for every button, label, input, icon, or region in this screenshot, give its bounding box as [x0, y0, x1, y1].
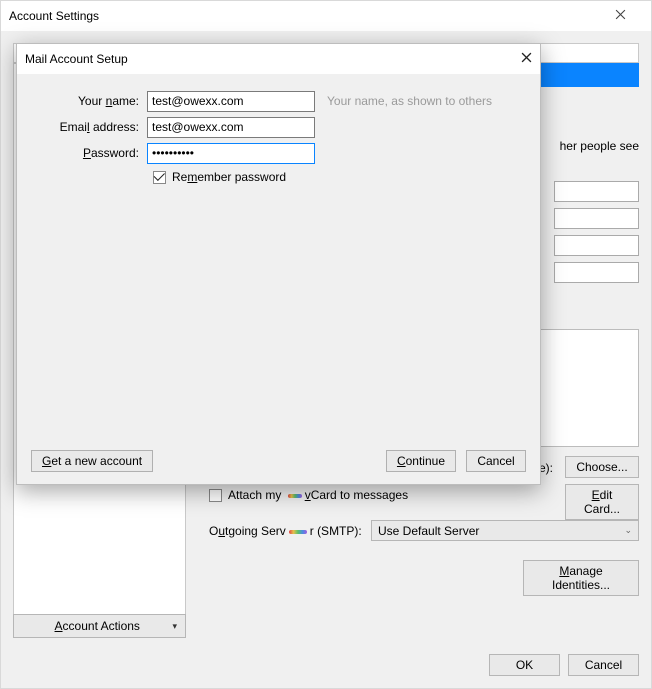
outgoing-server-label: Outgoing Servr (SMTP):	[209, 524, 362, 538]
modal-cancel-button[interactable]: Cancel	[466, 450, 526, 472]
window-title: Account Settings	[9, 9, 598, 23]
close-icon[interactable]	[521, 52, 532, 66]
edit-card-label-fragment: dit Card...	[584, 488, 620, 516]
name-row: Your name: Your name, as shown to others	[31, 88, 526, 114]
modal-footer: Get a new account Continue Cancel	[17, 438, 540, 484]
cancel-button[interactable]: Cancel	[568, 654, 639, 676]
text-input-ghost[interactable]	[554, 208, 639, 229]
account-settings-window: Account Settings › › › › › › › › › her p…	[0, 0, 652, 689]
content-area: › › › › › › › › › her people see age):	[1, 31, 651, 688]
attach-vcard-checkbox[interactable]: Attach my vCard to messages	[209, 488, 408, 502]
name-label: Your name:	[31, 94, 147, 108]
remember-password-label: Remember password	[172, 170, 286, 184]
modal-title: Mail Account Setup	[25, 52, 521, 66]
password-label: Password:	[31, 146, 147, 160]
password-row: Password:	[31, 140, 526, 166]
mail-account-setup-dialog: Mail Account Setup Your name: Your name,…	[16, 43, 541, 485]
modal-body: Your name: Your name, as shown to others…	[17, 74, 540, 438]
modal-titlebar: Mail Account Setup	[17, 44, 540, 74]
email-label: Email address:	[31, 120, 147, 134]
smtp-selected-value: Use Default Server	[378, 524, 479, 538]
name-hint: Your name, as shown to others	[327, 94, 492, 108]
text-input-ghost[interactable]	[554, 235, 639, 256]
edit-card-button[interactable]: Edit Card...	[565, 484, 639, 520]
ok-button[interactable]: OK	[489, 654, 560, 676]
account-actions-button[interactable]: Account Actions ▾	[13, 614, 186, 638]
choose-button[interactable]: Choose...	[565, 456, 639, 478]
close-icon[interactable]	[598, 9, 643, 23]
account-actions-label: Account Actions	[22, 619, 172, 633]
dialog-button-row: OK Cancel	[489, 654, 639, 676]
checkbox-icon	[209, 489, 222, 502]
redacted-icon	[288, 494, 302, 498]
fragment-text: her people see	[560, 139, 639, 153]
manage-identities-button[interactable]: Manage Identities...	[523, 560, 639, 596]
get-new-account-button[interactable]: Get a new account	[31, 450, 153, 472]
smtp-select[interactable]: Use Default Server ⌄	[371, 520, 639, 541]
titlebar: Account Settings	[1, 1, 651, 31]
checkbox-checked-icon	[153, 171, 166, 184]
text-input-ghost[interactable]	[554, 262, 639, 283]
continue-button[interactable]: Continue	[386, 450, 456, 472]
redacted-icon	[289, 530, 307, 534]
attach-vcard-label: Attach my vCard to messages	[228, 488, 408, 502]
name-input[interactable]	[147, 91, 315, 112]
email-row: Email address:	[31, 114, 526, 140]
text-input-ghost[interactable]	[554, 181, 639, 202]
dropdown-arrow-icon: ▾	[172, 621, 177, 632]
chevron-down-icon: ⌄	[624, 525, 632, 536]
email-input[interactable]	[147, 117, 315, 138]
password-input[interactable]	[147, 143, 315, 164]
remember-password-checkbox[interactable]: Remember password	[153, 170, 526, 184]
